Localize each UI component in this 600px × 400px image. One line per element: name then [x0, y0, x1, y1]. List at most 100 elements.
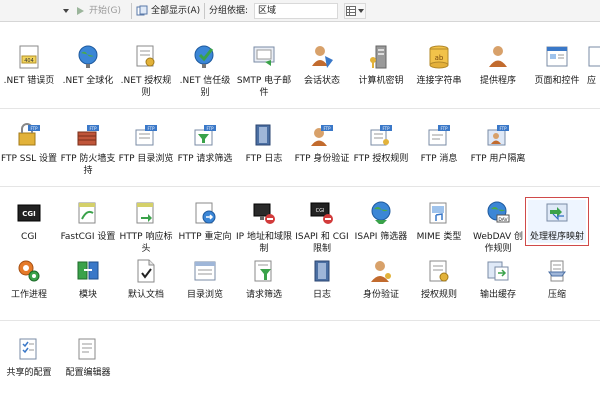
svg-text:CGI: CGI — [316, 208, 325, 214]
play-icon — [77, 7, 84, 15]
tile-label: 页面和控件 — [534, 76, 580, 86]
tile-label: ISAPI 筛选器 — [354, 232, 408, 242]
feature-tile[interactable]: 模块 — [59, 258, 117, 301]
feature-tile[interactable]: FTP FTP 消息 — [410, 122, 468, 165]
feature-tile[interactable]: 目录浏览 — [176, 258, 234, 301]
feature-tile[interactable]: MIME 类型 — [410, 200, 468, 243]
configuration-editor-icon — [78, 338, 96, 360]
svg-text:FTP: FTP — [440, 126, 448, 131]
ftp-firewall-icon: FTP — [77, 125, 99, 146]
tile-label: FTP 身份验证 — [294, 154, 350, 164]
tile-label: 应 — [587, 76, 597, 86]
tile-label: 授权规则 — [420, 290, 457, 300]
tile-label: WebDAV 创作规则 — [473, 232, 523, 254]
feature-tile[interactable]: SMTP 电子邮件 — [235, 44, 293, 99]
svg-text:404: 404 — [24, 58, 34, 64]
feature-tile[interactable]: HTTP 响应标头 — [117, 200, 175, 255]
tile-label: ISAPI 和 CGI 限制 — [295, 232, 349, 254]
show-all-button[interactable]: 全部显示(A) — [136, 3, 200, 19]
tile-label: HTTP 重定向 — [178, 232, 232, 242]
svg-text:ab: ab — [435, 54, 444, 62]
feature-tile[interactable]: FTP FTP 请求筛选 — [176, 122, 234, 165]
tile-label: 处理程序映射 — [529, 232, 584, 242]
show-all-label: 全部显示(A) — [151, 6, 201, 16]
view-mode-button[interactable] — [344, 3, 366, 19]
toolbar-separator — [131, 3, 132, 19]
feature-tile[interactable]: FTP FTP SSL 设置 — [0, 122, 58, 165]
tile-label: FTP 消息 — [420, 154, 458, 164]
toolbar-dropdown-arrow[interactable] — [62, 3, 70, 19]
group-by-value: 区域 — [258, 6, 277, 16]
feature-tile[interactable]: 应 — [587, 44, 600, 87]
dotnet-authorization-icon — [136, 45, 155, 67]
tile-label: FTP SSL 设置 — [0, 154, 58, 164]
svg-text:FTP: FTP — [30, 126, 38, 131]
tile-label: .NET 全球化 — [62, 76, 114, 86]
ftp-authentication-icon: FTP — [311, 125, 333, 146]
feature-tile-selected[interactable]: 处理程序映射 — [525, 197, 589, 246]
feature-tile[interactable]: ISAPI 筛选器 — [352, 200, 410, 243]
feature-tile[interactable]: 压缩 — [528, 258, 586, 301]
feature-tile[interactable]: FastCGI 设置 — [59, 200, 117, 243]
feature-tile[interactable]: 请求筛选 — [235, 258, 293, 301]
feature-tile[interactable]: 身份验证 — [352, 258, 410, 301]
feature-tile[interactable]: 计算机密钥 — [352, 44, 410, 87]
feature-tile[interactable]: 配置编辑器 — [59, 336, 117, 379]
tile-label: FTP 目录浏览 — [118, 154, 174, 164]
tile-label: 连接字符串 — [416, 76, 462, 86]
feature-tile[interactable]: IP 地址和域限制 — [235, 200, 293, 255]
feature-tile[interactable]: DAV WebDAV 创作规则 — [469, 200, 527, 255]
feature-tile[interactable]: FTP FTP 授权规则 — [352, 122, 410, 165]
ftp-messages-icon: FTP — [428, 125, 450, 146]
feature-tile[interactable]: FTP FTP 目录浏览 — [117, 122, 175, 165]
authorization-rules-icon — [429, 260, 449, 282]
group-by-select[interactable]: 区域 — [254, 3, 338, 19]
svg-text:CGI: CGI — [22, 210, 36, 218]
section-divider — [0, 108, 600, 109]
svg-text:FTP: FTP — [499, 126, 507, 131]
ftp-logging-icon — [255, 124, 271, 146]
ftp-request-filtering-icon: FTP — [194, 125, 216, 146]
feature-tile[interactable]: 默认文档 — [117, 258, 175, 301]
svg-text:FTP: FTP — [323, 126, 331, 131]
feature-tile[interactable]: 404 .NET 错误页 — [0, 44, 58, 87]
modules-icon — [77, 261, 99, 280]
feature-tile[interactable]: FTP 日志 — [235, 122, 293, 165]
tile-label: FTP 防火墙支持 — [60, 154, 116, 176]
view-grid-icon — [346, 6, 356, 16]
start-label: 开始(G) — [89, 6, 121, 16]
feature-tile[interactable]: FTP FTP 身份验证 — [293, 122, 351, 165]
feature-tile[interactable]: 工作进程 — [0, 258, 58, 301]
feature-tile[interactable]: .NET 授权规则 — [117, 44, 175, 99]
start-button[interactable]: 开始(G) — [74, 3, 121, 19]
feature-tile[interactable]: FTP FTP 防火墙支持 — [59, 122, 117, 177]
feature-tile[interactable]: 日志 — [293, 258, 351, 301]
feature-tile[interactable]: 会话状态 — [293, 44, 351, 87]
feature-tile[interactable]: 共享的配置 — [0, 336, 58, 379]
tile-label: 目录浏览 — [186, 290, 223, 300]
http-redirect-icon — [195, 202, 216, 224]
handler-mappings-icon — [546, 203, 568, 222]
feature-tile[interactable]: .NET 信任级别 — [176, 44, 234, 99]
tile-label: SMTP 电子邮件 — [236, 76, 292, 98]
tile-label: FastCGI 设置 — [60, 232, 116, 242]
feature-tile[interactable]: .NET 全球化 — [59, 44, 117, 87]
isapi-filters-icon — [371, 201, 391, 224]
tile-label: FTP 请求筛选 — [177, 154, 233, 164]
dotnet-error-pages-icon: 404 — [19, 45, 39, 69]
feature-tile[interactable]: 页面和控件 — [528, 44, 586, 87]
feature-tile[interactable]: 提供程序 — [469, 44, 527, 87]
feature-tile[interactable]: 输出缓存 — [469, 258, 527, 301]
pages-controls-icon — [546, 46, 568, 67]
tile-label: 请求筛选 — [245, 290, 282, 300]
feature-tile[interactable]: CGI CGI — [0, 200, 58, 243]
feature-tile[interactable]: ab 连接字符串 — [410, 44, 468, 87]
feature-tile[interactable]: HTTP 重定向 — [176, 200, 234, 243]
worker-processes-icon — [18, 260, 40, 282]
tile-label: .NET 授权规则 — [120, 76, 172, 98]
feature-tile[interactable]: 授权规则 — [410, 258, 468, 301]
feature-tile[interactable]: FTP FTP 用户隔离 — [469, 122, 527, 165]
dotnet-trust-levels-icon — [194, 45, 214, 68]
isapi-cgi-restrictions-icon: CGI — [310, 202, 333, 224]
feature-tile[interactable]: CGI ISAPI 和 CGI 限制 — [293, 200, 351, 255]
